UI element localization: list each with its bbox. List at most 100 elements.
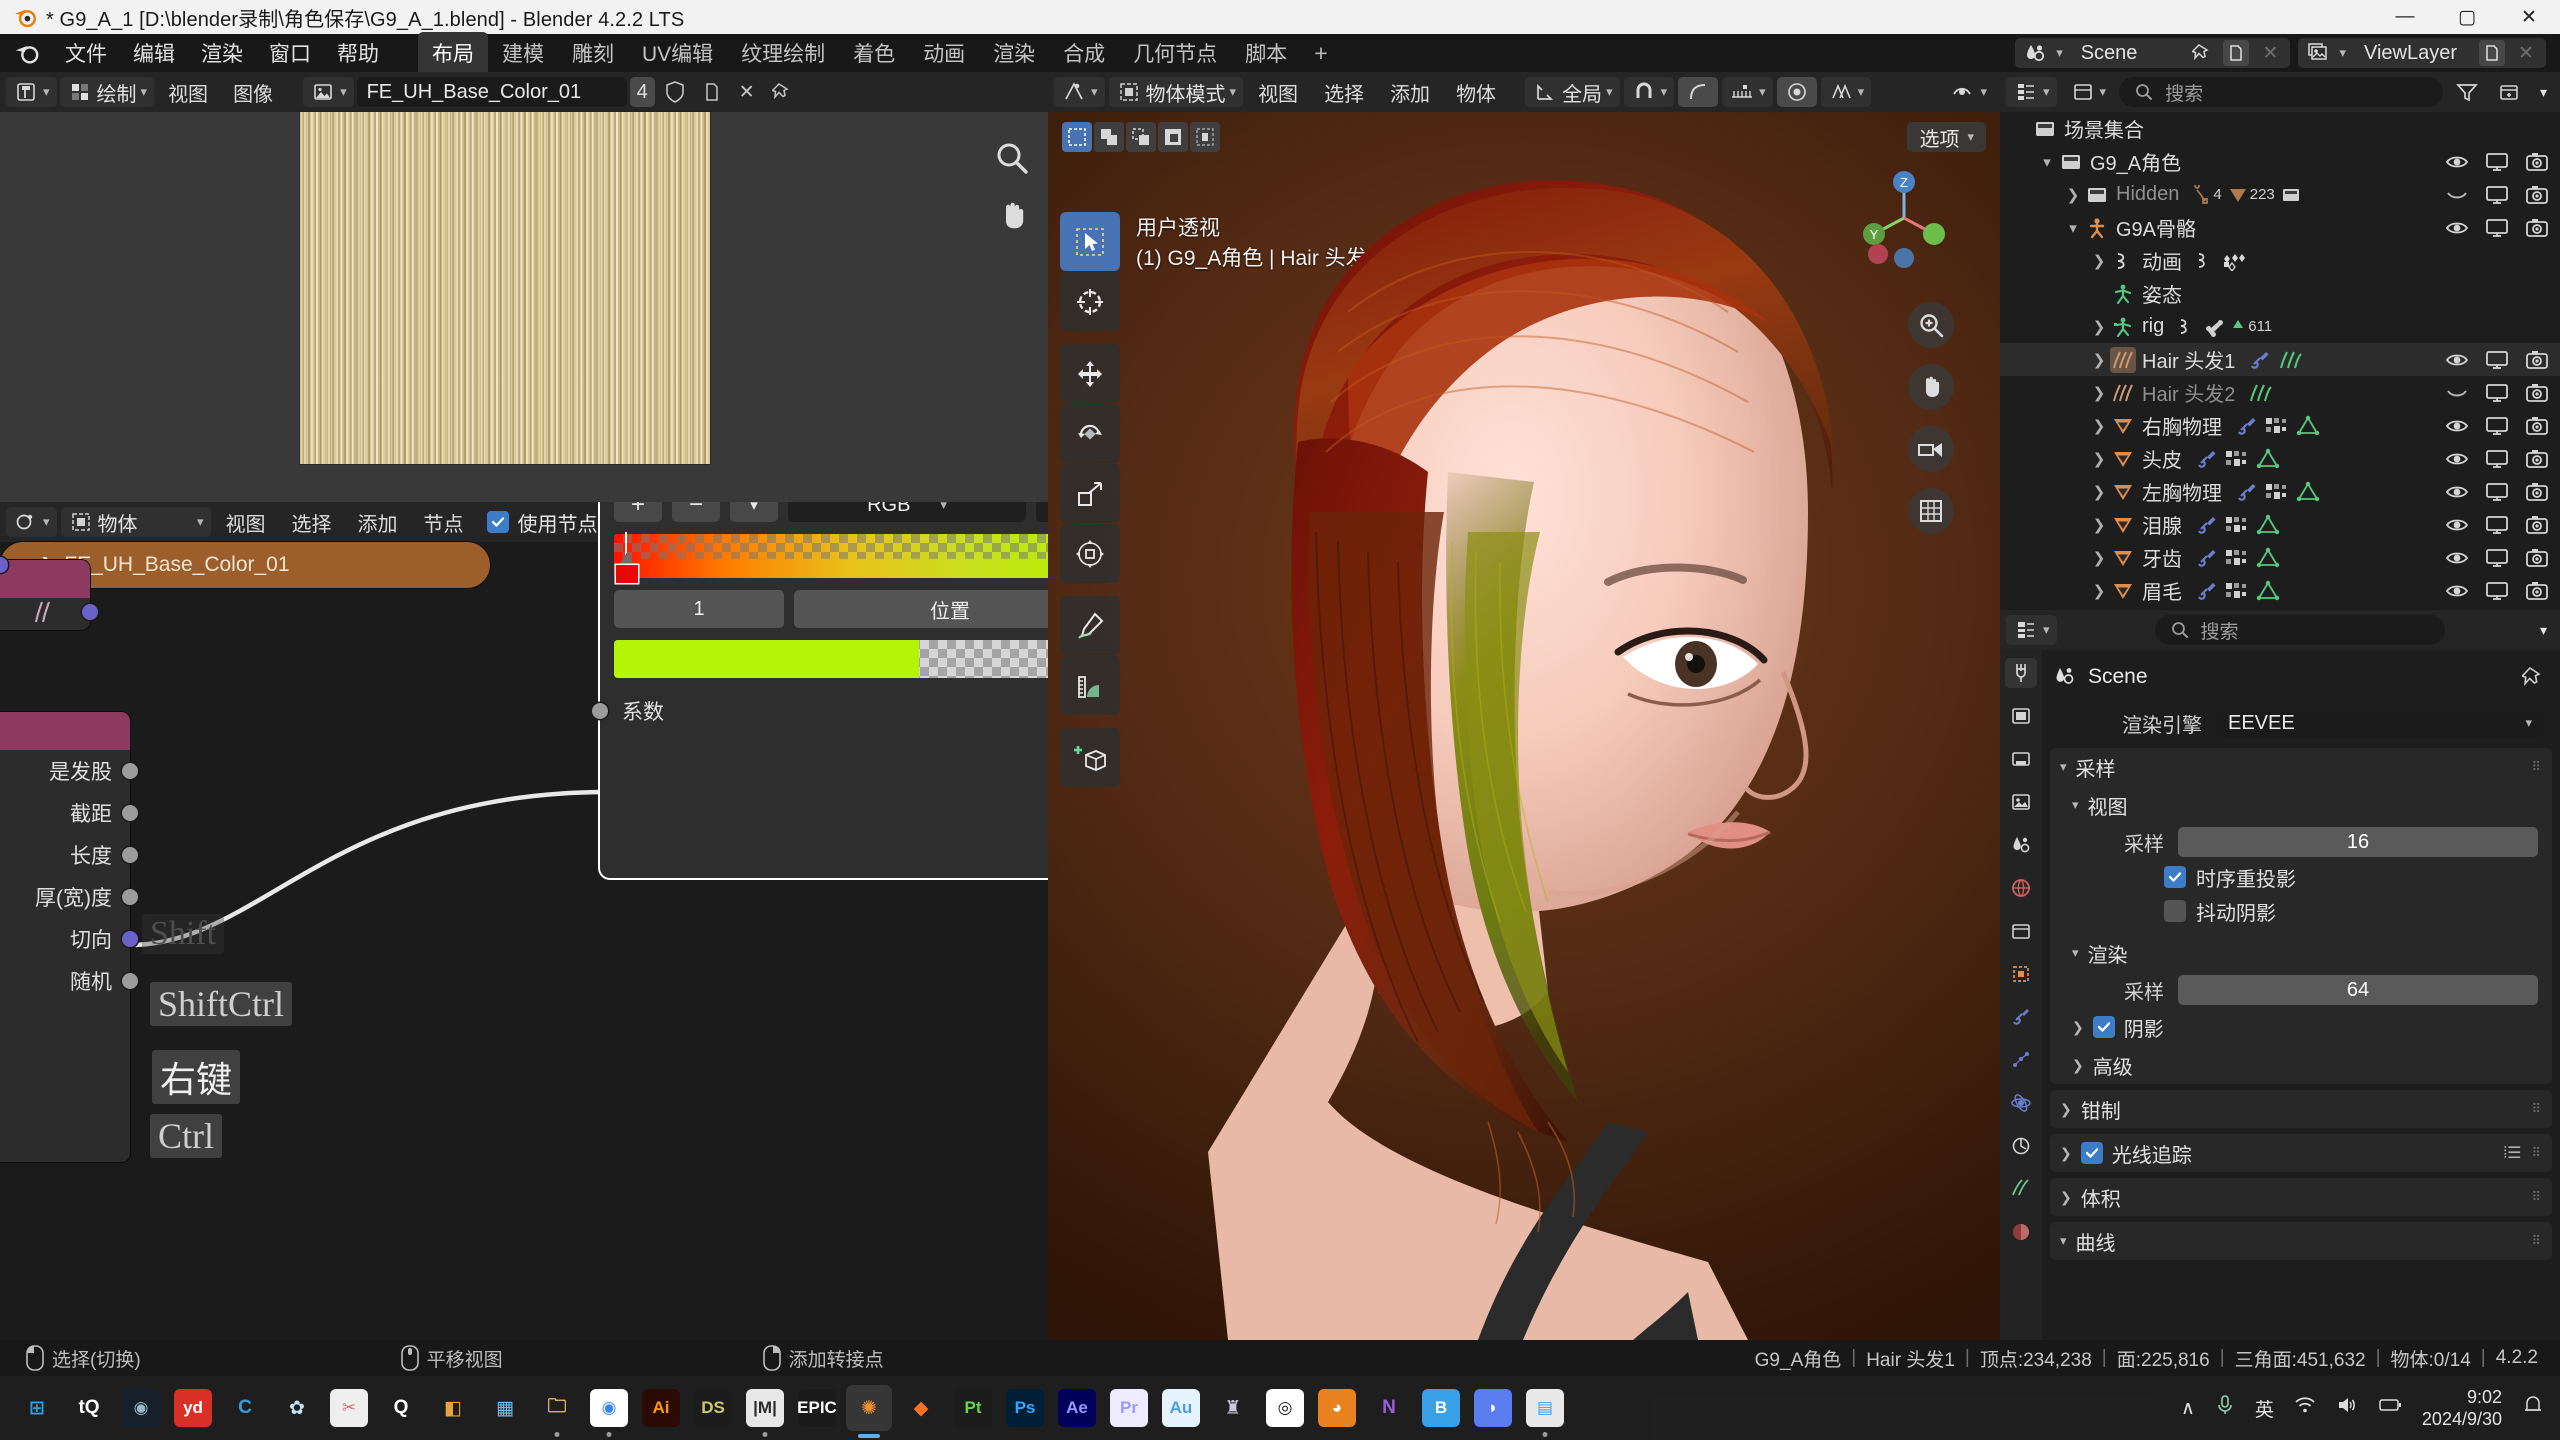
eye-icon[interactable] — [2444, 347, 2470, 373]
outliner-row-8[interactable]: ❯ Hair 头发2 — [2000, 376, 2560, 409]
badge-mesh-data[interactable] — [2296, 481, 2320, 503]
fake-user-icon[interactable] — [658, 77, 692, 107]
node-output-length[interactable]: 长度 — [0, 834, 138, 876]
screen-icon[interactable] — [2484, 545, 2510, 571]
outliner-row-9[interactable]: ❯ 右胸物理 — [2000, 409, 2560, 442]
ramp-index-field[interactable]: 1 — [614, 590, 784, 628]
node-hair-info-partial[interactable] — [0, 560, 98, 630]
transform-tool-button[interactable] — [1060, 524, 1120, 583]
office-icon[interactable]: ◧ — [430, 1385, 476, 1431]
viewport-menu-add[interactable]: 添加 — [1379, 78, 1441, 107]
tab-modifiers[interactable] — [2005, 1002, 2037, 1032]
zbrush-icon[interactable]: ◕ — [1314, 1385, 1360, 1431]
explorer-icon[interactable]: 🗀 — [534, 1385, 580, 1437]
render-engine-dropdown[interactable]: EEVEE ▾ — [2216, 708, 2544, 738]
camera-view-icon[interactable] — [1908, 426, 1954, 472]
badge-material[interactable] — [2224, 580, 2250, 602]
workspace-tab-animation[interactable]: 动画 — [909, 32, 979, 74]
pan-view-icon[interactable] — [1908, 364, 1954, 410]
chrome-icon[interactable]: ◉ — [586, 1385, 632, 1437]
camera-icon[interactable] — [2524, 149, 2550, 175]
workspace-tab-scripting[interactable]: 脚本 — [1231, 32, 1301, 74]
notepad-icon[interactable]: ▤ — [1522, 1385, 1568, 1437]
badge-modifier[interactable] — [2194, 547, 2218, 569]
camera-icon[interactable] — [2524, 413, 2550, 439]
camera-icon[interactable] — [2524, 380, 2550, 406]
epic-games-icon[interactable]: EPIC — [794, 1385, 840, 1431]
shader-type-selector[interactable]: 物体 ▾ — [60, 507, 211, 537]
photoshop-icon[interactable]: Ps — [1002, 1385, 1048, 1431]
delete-viewlayer-icon[interactable]: ✕ — [2513, 40, 2539, 66]
transform-orientation-selector[interactable]: 全局 ▾ — [1525, 77, 1620, 107]
badge-anim[interactable] — [2176, 317, 2198, 337]
qq-icon[interactable]: Q — [378, 1385, 424, 1431]
viewport-menu-object[interactable]: 物体 — [1445, 78, 1507, 107]
panel-sampling-header[interactable]: ▾ 采样 ⠿ — [2050, 748, 2552, 786]
camera-icon[interactable] — [2524, 347, 2550, 373]
outliner-row-14[interactable]: ❯ 眉毛 — [2000, 574, 2560, 607]
tray-chevron-up-icon[interactable]: ∧ — [2181, 1397, 2195, 1420]
ramp-menu-button[interactable]: ▾ — [730, 502, 778, 522]
illustrator-icon[interactable]: Ai — [638, 1385, 684, 1431]
image-editor-mode-selector[interactable]: 绘制 ▾ — [59, 77, 155, 107]
minimize-button[interactable]: — — [2374, 0, 2436, 34]
hand-pan-icon[interactable] — [992, 196, 1032, 236]
pin-image-icon[interactable] — [765, 77, 799, 107]
badge-material[interactable] — [2224, 547, 2250, 569]
camera-icon[interactable] — [2524, 215, 2550, 241]
ramp-color-stop-0[interactable] — [616, 532, 638, 584]
youdao-icon[interactable]: yd — [170, 1385, 216, 1431]
scene-selector[interactable]: ▾ Scene ✕ — [2015, 38, 2291, 68]
panel-volumes-header[interactable]: ❯ 体积 ⠿ — [2050, 1178, 2552, 1216]
outliner-row-10[interactable]: ❯ 头皮 — [2000, 442, 2560, 475]
properties-search-input[interactable]: 搜索 — [2154, 615, 2445, 645]
camera-icon[interactable] — [2524, 578, 2550, 604]
panel-shadows-header[interactable]: ❯ 阴影 — [2050, 1008, 2552, 1046]
outliner-tree[interactable]: 场景集合 ▾ G9_A角色 ❯ Hidden 4 223 ▾ G9A骨骼 ❯ 动画 姿态 ❯ rig 611… — [2000, 112, 2560, 610]
badge-collection[interactable] — [2281, 185, 2301, 205]
outliner-row-4[interactable]: ❯ 动画 — [2000, 244, 2560, 277]
tab-collection[interactable] — [2005, 916, 2037, 946]
panel-curves-header[interactable]: ▾ 曲线 ⠿ — [2050, 1222, 2552, 1260]
steam-icon[interactable]: ◉ — [118, 1385, 164, 1431]
temporal-reprojection-checkbox[interactable] — [2164, 866, 2186, 888]
menu-edit[interactable]: 编辑 — [120, 34, 188, 72]
panel-advanced-header[interactable]: ❯ 高级 — [2050, 1046, 2552, 1084]
drag-dots-icon[interactable]: ⠿ — [2531, 1101, 2542, 1117]
badge-mesh-data[interactable] — [2256, 547, 2280, 569]
edge-icon[interactable]: C — [222, 1385, 268, 1431]
notification-icon[interactable] — [2522, 1394, 2544, 1422]
chevron-right-icon[interactable]: ❯ — [2088, 516, 2110, 534]
premiere-icon[interactable]: Pr — [1106, 1385, 1152, 1431]
badge-mesh-data[interactable] — [2256, 514, 2280, 536]
outliner-row-11[interactable]: ❯ 左胸物理 — [2000, 475, 2560, 508]
visibility-filter[interactable]: ▾ — [1943, 77, 1994, 107]
image-users-count[interactable]: 4 — [629, 77, 655, 107]
workspace-tab-uv-editing[interactable]: UV编辑 — [628, 32, 727, 74]
badge-modifier[interactable] — [2234, 481, 2258, 503]
outliner-row-2[interactable]: ❯ Hidden 4 223 — [2000, 178, 2560, 211]
camera-icon[interactable] — [2524, 545, 2550, 571]
badge-armature-4[interactable]: 4 — [2191, 184, 2222, 205]
eye-icon[interactable] — [2444, 512, 2470, 538]
tab-view-layer[interactable] — [2005, 787, 2037, 817]
tab-material[interactable] — [2005, 1217, 2037, 1247]
eye-icon[interactable] — [2444, 149, 2470, 175]
node-output-intercept[interactable]: 截距 — [0, 792, 138, 834]
ramp-remove-stop-button[interactable]: − — [672, 502, 720, 522]
outliner-row-5[interactable]: 姿态 — [2000, 277, 2560, 310]
pin-icon[interactable] — [2520, 664, 2546, 690]
badge-mesh-data[interactable] — [2256, 448, 2280, 470]
panel-viewport-header[interactable]: ▾ 视图 — [2050, 786, 2552, 824]
tweak-tool-button[interactable] — [1060, 212, 1120, 271]
outliner-options-chevron-down-icon[interactable]: ▾ — [2533, 77, 2554, 107]
add-cube-tool-button[interactable] — [1060, 728, 1120, 787]
wifi-icon[interactable] — [2294, 1395, 2316, 1421]
node-menu-node[interactable]: 节点 — [413, 508, 475, 537]
node-color-ramp[interactable]: + − ▾ RGB ▾ 线 — [592, 502, 1048, 878]
rotate-tool-button[interactable] — [1060, 404, 1120, 463]
outliner-search-input[interactable]: 搜索 — [2119, 77, 2443, 107]
mic-icon[interactable] — [2215, 1394, 2235, 1422]
tab-output[interactable] — [2005, 744, 2037, 774]
drag-dots-icon[interactable]: ⠿ — [2531, 1145, 2542, 1161]
